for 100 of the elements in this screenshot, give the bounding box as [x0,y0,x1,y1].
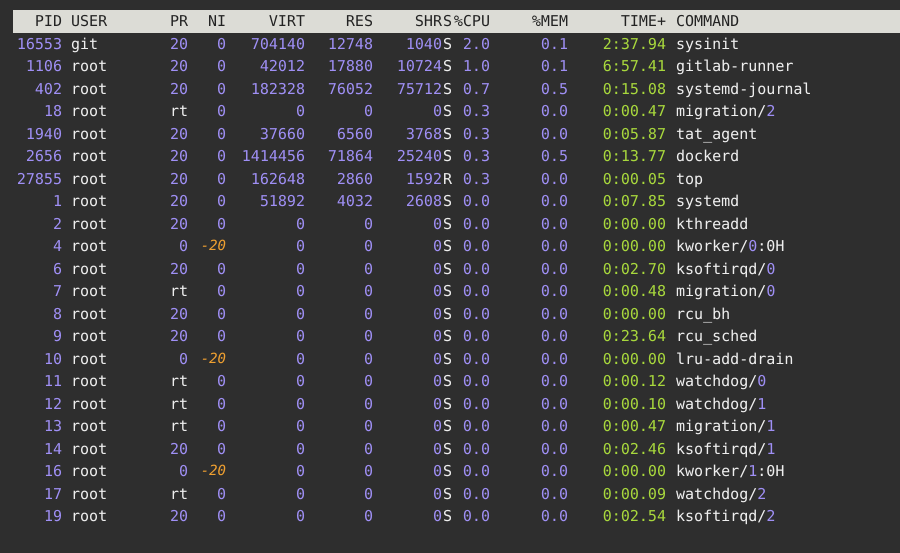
priority-cell-text: rt [168,394,188,414]
virt-cell-text: 42012 [258,56,305,77]
state-cell-text: S [442,438,452,460]
nice-cell-text: 0 [216,371,226,392]
priority-cell-text: 20 [168,506,188,527]
nice-cell-text: 0 [216,124,226,144]
nice-cell-text: 0 [216,304,226,324]
pid-cell-text: 14 [42,438,62,460]
res-cell-text: 0 [362,461,373,482]
mem-cell-text: 0.0 [540,304,568,324]
nice-cell-text: 0 [216,214,226,234]
time-cell-text: 0:02.46 [602,438,666,460]
priority-cell-text: rt [168,101,188,122]
res-cell-text: 0 [362,438,373,460]
time-cell-text: 0:00.00 [602,348,666,370]
time-cell-text: 0:00.05 [602,168,666,190]
nice-cell-text: 0 [216,168,226,190]
virt-cell-text: 37660 [258,124,305,144]
pid-cell-text: 1 [52,191,62,212]
user-cell-text: root [70,348,108,370]
user-cell-text: root [70,168,108,190]
state-cell-text: S [442,56,452,77]
res-cell-text: 0 [362,371,373,392]
priority-cell-text: 20 [168,191,188,212]
pid-cell-text: 1106 [24,56,62,77]
res-cell-text: 0 [362,416,373,437]
column-header: VIRT [268,11,305,32]
shr-cell-text: 0 [432,101,442,122]
cpu-cell-text: 0.3 [462,101,490,122]
command-cell-text: gitlab-runner [675,56,794,77]
priority-cell-text: 20 [168,34,188,54]
time-cell-text: 0:13.77 [602,146,666,167]
virt-cell-text: 0 [294,484,305,504]
time-cell-text: 0:00.47 [602,101,666,122]
command-cell-text: systemd-journal [675,78,812,100]
nice-cell-text: -20 [200,237,226,256]
res-cell-text: 4032 [336,191,373,212]
nice-cell-text: 0 [216,191,226,212]
shr-cell-text: 0 [432,371,442,392]
mem-cell-text: 0.0 [540,236,568,257]
pid-cell-text: 8 [52,304,62,324]
nice-cell-text: 0 [216,101,226,122]
command-cell-text: kworker/0:0H [675,236,786,257]
nice-cell-text: 0 [216,281,226,302]
time-cell-text: 0:00.00 [602,214,666,234]
user-cell-text: root [70,326,108,347]
virt-cell-text: 0 [294,214,305,234]
column-header: RES [344,11,373,32]
user-cell-text: root [70,371,108,392]
pid-cell-text: 9 [52,326,62,347]
priority-cell-text: 20 [168,78,188,100]
pid-cell-text: 2 [52,214,62,234]
state-cell-text: S [442,394,452,414]
mem-cell-text: 0.0 [540,416,568,437]
cpu-cell-text: 1.0 [462,56,490,77]
pid-cell-text: 402 [34,78,62,100]
user-cell-text: root [70,304,108,324]
virt-cell-text: 0 [294,371,305,392]
user-cell-text: root [70,56,108,77]
nice-cell-text: 0 [216,484,226,504]
nice-cell-text: 0 [216,506,226,527]
pid-cell-text: 12 [42,394,62,414]
user-cell-text: root [70,236,108,257]
virt-cell-text: 51892 [258,191,305,212]
priority-cell-text: rt [168,281,188,302]
res-cell-text: 0 [362,506,373,527]
pid-cell-text: 1940 [24,124,62,144]
state-cell-text: S [442,416,452,437]
priority-cell-text: rt [168,484,188,504]
pid-cell-text: 2656 [24,146,62,167]
command-cell-text: migration/0 [675,281,776,302]
nice-cell-text: 0 [216,326,226,347]
res-cell-text: 0 [362,281,373,302]
user-cell-text: git [70,34,100,54]
command-cell-text: ksoftirqd/0 [675,258,776,280]
shr-cell-text: 1592 [404,168,442,190]
command-cell-text: rcu_sched [675,326,758,347]
command-cell-text: kworker/1:0H [675,461,786,482]
nice-cell-text: 0 [216,34,226,54]
mem-cell-text: 0.0 [540,371,568,392]
shr-cell-text: 0 [432,214,442,234]
virt-cell-text: 0 [294,326,305,347]
time-cell-text: 0:00.00 [602,304,666,324]
time-cell-text: 0:00.48 [602,281,666,302]
shr-cell-text: 2608 [404,191,442,212]
nice-cell-text: -20 [200,350,226,368]
user-cell-text: root [70,484,108,504]
res-cell-text: 2860 [336,168,373,190]
command-cell-text: tat_agent [675,124,758,144]
shr-cell-text: 0 [432,484,442,504]
user-cell-text: root [70,258,108,280]
command-cell-text: ksoftirqd/2 [675,506,776,527]
user-cell-text: root [70,78,108,100]
cpu-cell-text: 0.3 [462,124,490,144]
user-cell-text: root [70,101,108,122]
shr-cell-text: 0 [432,236,442,257]
mem-cell-text: 0.0 [540,191,568,212]
column-header: S [442,11,452,32]
cpu-cell-text: 0.0 [462,506,490,527]
mem-cell-text: 0.0 [540,438,568,460]
